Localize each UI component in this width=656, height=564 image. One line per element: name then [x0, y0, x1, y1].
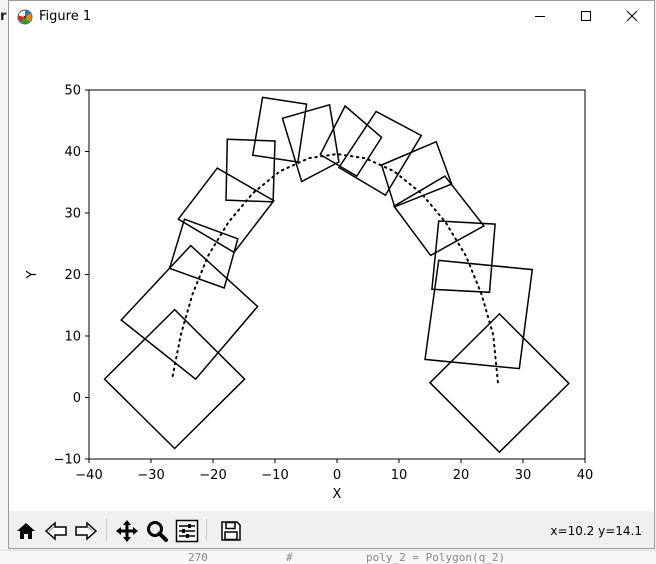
pan-button[interactable]	[113, 517, 141, 545]
x-tick-label: 20	[453, 468, 470, 483]
figure-window: Figure 1 −40 −30 −20 −10 0 10 20 30 40 −10 0 10 20 30…	[8, 0, 655, 549]
configure-subplots-button[interactable]	[173, 517, 201, 545]
cursor-coordinates: x=10.2 y=14.1	[550, 524, 642, 538]
close-icon	[626, 10, 638, 22]
minimize-icon	[535, 16, 545, 17]
move-icon	[116, 520, 138, 542]
back-button[interactable]	[42, 517, 70, 545]
x-tick-label: 30	[515, 468, 532, 483]
x-tick-label: 40	[577, 468, 594, 483]
maximize-button[interactable]	[563, 1, 609, 32]
home-button[interactable]	[12, 517, 40, 545]
figure-canvas[interactable]: −40 −30 −20 −10 0 10 20 30 40 −10 0 10 20 30 40 50 X Y	[9, 32, 654, 511]
y-tick-label: 30	[64, 207, 81, 222]
home-icon	[17, 523, 35, 539]
toolbar-separator	[106, 519, 107, 541]
minimize-button[interactable]	[517, 1, 563, 32]
y-axis-label: Y	[25, 270, 40, 279]
x-axis-label: X	[333, 487, 342, 502]
forward-button[interactable]	[72, 517, 100, 545]
plot-svg: −40 −30 −20 −10 0 10 20 30 40 −10 0 10 20 30 40 50 X Y	[25, 84, 594, 503]
navigation-toolbar: x=10.2 y=14.1	[9, 511, 654, 548]
square-2	[120, 244, 259, 381]
window-title: Figure 1	[39, 9, 92, 24]
square-10	[380, 140, 453, 208]
title-bar[interactable]: Figure 1	[9, 1, 654, 32]
x-tick-label: −40	[75, 468, 102, 483]
background-app-edge: r	[0, 0, 8, 563]
square-6	[251, 96, 308, 163]
dotted-path-line	[171, 152, 500, 387]
y-tick-label: 0	[73, 391, 81, 406]
arrow-left-icon	[44, 521, 67, 541]
background-code-comment: #	[286, 551, 293, 564]
save-button[interactable]	[217, 517, 245, 545]
square-14	[428, 312, 570, 454]
square-1	[103, 308, 246, 450]
matplotlib-logo-icon	[17, 9, 33, 25]
arrow-right-icon	[75, 521, 98, 541]
y-tick-label: 40	[64, 145, 81, 160]
square-13	[424, 259, 534, 370]
x-tick-label: 0	[333, 468, 341, 483]
x-tick-label: −10	[261, 468, 288, 483]
y-tick-label: 20	[64, 268, 81, 283]
square-12	[431, 220, 496, 294]
background-editor-line: 270 # poly_2 = Polygon(q_2)	[0, 550, 656, 564]
maximize-icon	[581, 11, 591, 21]
x-tick-label: −30	[137, 468, 164, 483]
floppy-disk-icon	[221, 521, 241, 541]
square-7	[281, 103, 340, 183]
sliders-icon	[175, 519, 199, 543]
square-5	[225, 138, 276, 203]
y-tick-label: −10	[54, 453, 81, 468]
x-tick-label: 10	[391, 468, 408, 483]
y-tick-label: 10	[64, 330, 81, 345]
y-tick-label: 50	[64, 84, 81, 99]
zoom-button[interactable]	[143, 517, 171, 545]
x-tick-label: −20	[199, 468, 226, 483]
close-button[interactable]	[609, 1, 655, 32]
background-code-text: poly_2 = Polygon(q_2)	[366, 551, 506, 564]
square-3	[168, 218, 239, 289]
background-line-number: 270	[188, 551, 208, 564]
toolbar-separator	[206, 519, 207, 541]
background-app-text: r	[0, 9, 7, 24]
magnifier-icon	[147, 521, 168, 542]
